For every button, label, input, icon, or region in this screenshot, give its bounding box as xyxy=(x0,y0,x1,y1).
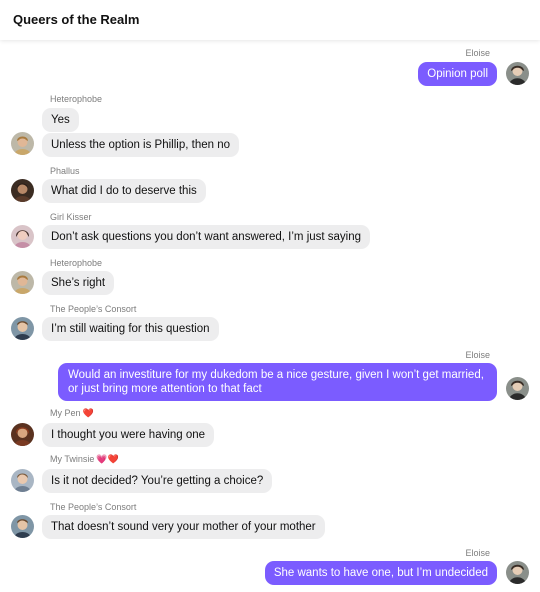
avatar[interactable] xyxy=(11,515,34,538)
avatar[interactable] xyxy=(506,62,529,85)
message-thread[interactable]: Eloise Opinion poll Heterophobe Yes Unle… xyxy=(0,40,540,592)
message-bubble[interactable]: Opinion poll xyxy=(418,62,497,86)
message-bubble[interactable]: Unless the option is Phillip, then no xyxy=(42,133,239,157)
avatar[interactable] xyxy=(11,179,34,202)
sender-name: My Pen xyxy=(50,408,81,418)
sender-label: Heterophobe xyxy=(50,258,103,268)
message-bubble[interactable]: Yes xyxy=(42,108,79,132)
sender-name: My Twinsie xyxy=(50,454,95,464)
message-bubble[interactable]: Would an investiture for my dukedom be a… xyxy=(58,363,497,401)
sender-label: My Twinsie 💗❤️ xyxy=(50,454,119,465)
message-bubble[interactable]: I’m still waiting for this question xyxy=(42,317,219,341)
avatar[interactable] xyxy=(11,271,34,294)
sender-label: Heterophobe xyxy=(50,94,103,104)
message-bubble[interactable]: She wants to have one, but I’m undecided xyxy=(264,561,497,585)
sender-label: Eloise xyxy=(465,48,490,58)
heart-icon: ❤️ xyxy=(82,408,94,418)
chat-title: Queers of the Realm xyxy=(13,12,140,27)
message-bubble[interactable]: She’s right xyxy=(42,271,115,295)
message-bubble[interactable]: What did I do to deserve this xyxy=(42,179,206,203)
message-bubble[interactable]: Don’t ask questions you don’t want answe… xyxy=(42,225,371,249)
sender-label: The People’s Consort xyxy=(50,304,137,314)
sender-label: Girl Kisser xyxy=(50,212,92,222)
chat-header: Queers of the Realm xyxy=(0,0,540,40)
avatar[interactable] xyxy=(506,377,529,400)
message-bubble[interactable]: Is it not decided? You’re getting a choi… xyxy=(42,469,273,493)
sender-label: Phallus xyxy=(50,166,80,176)
heart-icon: 💗❤️ xyxy=(96,454,119,464)
avatar[interactable] xyxy=(506,561,529,584)
message-bubble[interactable]: I thought you were having one xyxy=(42,423,215,447)
sender-label: Eloise xyxy=(465,350,490,360)
avatar[interactable] xyxy=(11,469,34,492)
avatar[interactable] xyxy=(11,132,34,155)
avatar[interactable] xyxy=(11,225,34,248)
sender-label: My Pen ❤️ xyxy=(50,408,94,419)
sender-label: The People’s Consort xyxy=(50,502,137,512)
avatar[interactable] xyxy=(11,423,34,446)
message-bubble[interactable]: That doesn’t sound very your mother of y… xyxy=(42,515,325,539)
avatar[interactable] xyxy=(11,317,34,340)
sender-label: Eloise xyxy=(465,548,490,558)
